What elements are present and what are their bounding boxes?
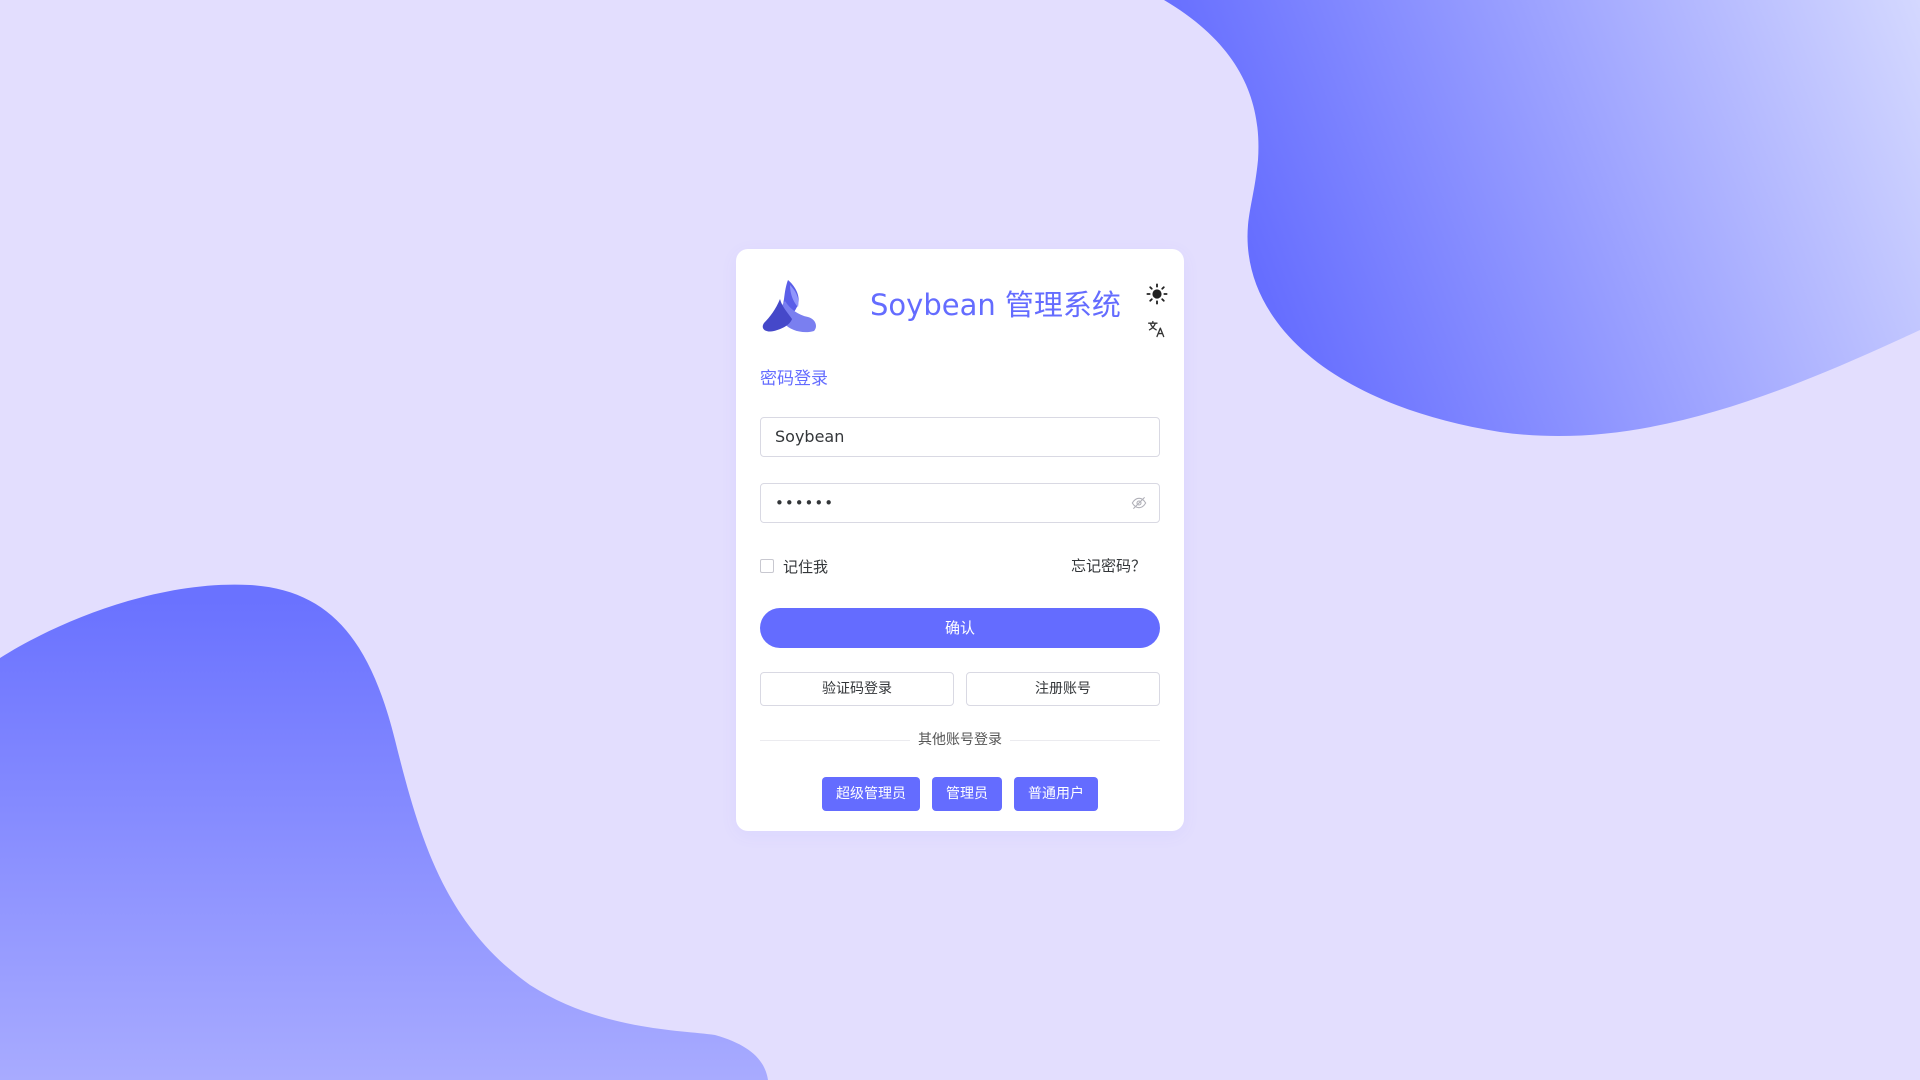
bottom-left-blob: [0, 584, 768, 1080]
confirm-button[interactable]: 确认: [760, 608, 1160, 648]
username-value: Soybean: [775, 427, 845, 446]
super-admin-button[interactable]: 超级管理员: [822, 777, 920, 811]
register-button[interactable]: 注册账号: [966, 672, 1160, 706]
password-value: ••••••: [775, 494, 835, 512]
user-button[interactable]: 普通用户: [1014, 777, 1098, 811]
code-login-button[interactable]: 验证码登录: [760, 672, 954, 706]
sun-icon[interactable]: [1146, 283, 1168, 305]
other-accounts-divider: 其他账号登录: [760, 730, 1160, 750]
forgot-password-link[interactable]: 忘记密码？: [1071, 555, 1146, 577]
soybean-logo-icon: [762, 280, 816, 333]
eye-off-icon[interactable]: [1131, 495, 1147, 511]
divider-line-right: [1010, 740, 1160, 741]
translate-icon[interactable]: [1147, 319, 1167, 339]
admin-button[interactable]: 管理员: [932, 777, 1002, 811]
remember-me-checkbox[interactable]: 记住我: [760, 555, 828, 577]
password-input[interactable]: ••••••: [760, 483, 1160, 523]
login-header: Soybean 管理系统: [760, 275, 1168, 341]
checkbox-box[interactable]: [760, 559, 774, 573]
login-mode-title: 密码登录: [760, 369, 828, 389]
login-card: Soybean 管理系统 密码登录 Soybean •••••• 记住我 忘记密…: [736, 249, 1184, 831]
app-title: Soybean 管理系统: [870, 288, 1121, 322]
username-input[interactable]: Soybean: [760, 417, 1160, 457]
remember-me-label: 记住我: [783, 557, 829, 576]
top-right-blob: [1164, 0, 1920, 437]
